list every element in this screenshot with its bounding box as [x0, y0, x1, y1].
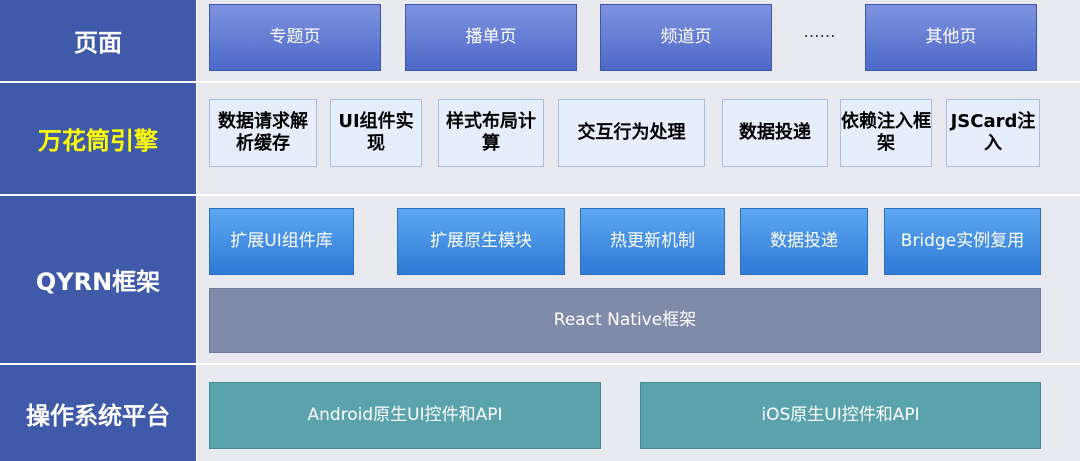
page-box-other: 其他页 [865, 4, 1037, 71]
engine-box-data-request: 数据请求解析缓存 [209, 99, 317, 167]
engine-box-data-delivery: 数据投递 [722, 99, 828, 167]
layer-label-os: 操作系统平台 [0, 365, 196, 461]
os-box-ios: iOS原生UI控件和API [640, 382, 1041, 449]
engine-box-interaction: 交互行为处理 [558, 99, 705, 167]
qyrn-box-bridge-reuse: Bridge实例复用 [884, 208, 1041, 275]
page-box-playlist: 播单页 [405, 4, 577, 71]
engine-box-style-layout: 样式布局计算 [438, 99, 544, 167]
layer-band-page: 专题页 播单页 频道页 …… 其他页 [197, 0, 1080, 81]
engine-box-dependency-injection: 依赖注入框架 [840, 99, 932, 167]
page-box-topic: 专题页 [209, 4, 381, 71]
layer-band-engine: 数据请求解析缓存 UI组件实现 样式布局计算 交互行为处理 数据投递 依赖注入框… [197, 83, 1080, 194]
engine-box-ui-component: UI组件实现 [330, 99, 422, 167]
engine-box-jscard: JSCard注入 [946, 99, 1040, 167]
layer-band-qyrn: 扩展UI组件库 扩展原生模块 热更新机制 数据投递 Bridge实例复用 Rea… [197, 196, 1080, 363]
layer-label-qyrn: QYRN框架 [0, 196, 196, 363]
qyrn-box-native-module: 扩展原生模块 [397, 208, 565, 275]
os-box-android: Android原生UI控件和API [209, 382, 601, 449]
page-box-channel: 频道页 [600, 4, 772, 71]
layer-label-engine: 万花筒引擎 [0, 83, 196, 194]
qyrn-box-ui-library: 扩展UI组件库 [209, 208, 354, 275]
qyrn-box-hot-update: 热更新机制 [580, 208, 725, 275]
layer-label-page: 页面 [0, 0, 196, 81]
react-native-framework-box: React Native框架 [209, 288, 1041, 353]
page-ellipsis: …… [803, 22, 836, 41]
qyrn-box-data-delivery: 数据投递 [740, 208, 868, 275]
layer-band-os: Android原生UI控件和API iOS原生UI控件和API [197, 365, 1080, 461]
